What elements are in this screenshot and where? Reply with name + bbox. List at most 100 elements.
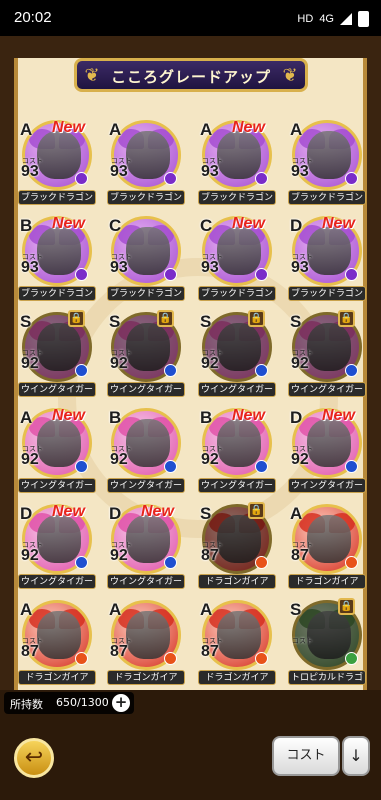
element-orb-icon bbox=[255, 652, 268, 665]
kokoro-card[interactable]: D New コスト 92 ウイングタイガー bbox=[18, 500, 98, 592]
element-orb-icon bbox=[255, 556, 268, 569]
arrow-down-icon: ↓ bbox=[349, 746, 363, 765]
element-orb-icon bbox=[75, 460, 88, 473]
kokoro-card[interactable]: B New コスト 92 ウイングタイガー bbox=[198, 404, 278, 496]
kokoro-card[interactable]: C コスト 93 ブラックドラゴン bbox=[107, 212, 187, 304]
new-badge: New bbox=[232, 119, 265, 136]
element-orb-icon bbox=[255, 172, 268, 185]
status-bar: 20:02 HD 4G bbox=[0, 0, 381, 36]
back-button[interactable]: ↩ bbox=[14, 738, 54, 778]
rank-label: A bbox=[109, 120, 122, 139]
battery-icon bbox=[358, 11, 369, 27]
cost-value: 92 bbox=[201, 355, 219, 372]
network-label: HD bbox=[297, 13, 314, 25]
monster-icon bbox=[37, 227, 81, 275]
element-orb-icon bbox=[345, 172, 358, 185]
cost-value: 92 bbox=[291, 355, 309, 372]
kokoro-card[interactable]: S コスト 92 ウイングタイガー 🔒 bbox=[198, 308, 278, 400]
cost-value: 92 bbox=[110, 547, 128, 564]
monster-icon bbox=[126, 419, 170, 467]
rank-label: B bbox=[109, 408, 122, 427]
monster-icon bbox=[307, 323, 351, 371]
monster-icon bbox=[217, 419, 261, 467]
card-name: ブラックドラゴン bbox=[198, 190, 276, 205]
element-orb-icon bbox=[75, 556, 88, 569]
sort-order-button[interactable]: ↓ bbox=[342, 736, 370, 776]
rank-label: A bbox=[200, 120, 213, 139]
kokoro-card[interactable]: S コスト 92 ウイングタイガー 🔒 bbox=[18, 308, 98, 400]
element-orb-icon bbox=[75, 364, 88, 377]
element-orb-icon bbox=[255, 364, 268, 377]
new-badge: New bbox=[52, 503, 85, 520]
kokoro-card[interactable]: A コスト 87 ドラゴンガイア bbox=[18, 596, 98, 688]
card-name: ブラックドラゴン bbox=[18, 286, 96, 301]
card-name: ウイングタイガー bbox=[107, 382, 185, 397]
kokoro-card[interactable]: A コスト 87 ドラゴンガイア bbox=[198, 596, 278, 688]
kokoro-card[interactable]: D New コスト 93 ブラックドラゴン bbox=[288, 212, 368, 304]
element-orb-icon bbox=[345, 460, 358, 473]
rank-label: D bbox=[290, 216, 303, 235]
kokoro-card[interactable]: D New コスト 92 ウイングタイガー bbox=[288, 404, 368, 496]
kokoro-card[interactable]: A コスト 87 ドラゴンガイア bbox=[288, 500, 368, 592]
card-count-label: 所持数 bbox=[10, 698, 43, 711]
rank-label: A bbox=[109, 600, 122, 619]
cost-value: 93 bbox=[201, 259, 219, 276]
rank-label: D bbox=[109, 504, 122, 523]
monster-icon bbox=[217, 611, 261, 659]
card-name: ドラゴンガイア bbox=[288, 574, 366, 589]
back-icon: ↩ bbox=[24, 745, 44, 770]
sort-cost-button[interactable]: コスト bbox=[272, 736, 340, 776]
card-name: ウイングタイガー bbox=[198, 382, 276, 397]
expand-capacity-button[interactable]: + bbox=[112, 694, 130, 712]
kokoro-card[interactable]: A コスト 87 ドラゴンガイア bbox=[107, 596, 187, 688]
title-banner: ❦ こころグレードアップ ❦ bbox=[74, 58, 308, 92]
card-name: ドラゴンガイア bbox=[107, 670, 185, 685]
kokoro-card[interactable]: B コスト 92 ウイングタイガー bbox=[107, 404, 187, 496]
monster-icon bbox=[217, 227, 261, 275]
element-orb-icon bbox=[164, 652, 177, 665]
new-badge: New bbox=[141, 503, 174, 520]
card-name: ウイングタイガー bbox=[18, 382, 96, 397]
kokoro-card[interactable]: C New コスト 93 ブラックドラゴン bbox=[198, 212, 278, 304]
kokoro-card[interactable]: A コスト 93 ブラックドラゴン bbox=[107, 116, 187, 208]
kokoro-card[interactable]: D New コスト 92 ウイングタイガー bbox=[107, 500, 187, 592]
lock-icon: 🔒 bbox=[248, 502, 265, 519]
rank-label: A bbox=[290, 504, 303, 523]
card-name: ブラックドラゴン bbox=[288, 286, 366, 301]
element-orb-icon bbox=[255, 460, 268, 473]
monster-icon bbox=[307, 611, 351, 659]
kokoro-card[interactable]: A New コスト 93 ブラックドラゴン bbox=[18, 116, 98, 208]
cost-value: 93 bbox=[21, 163, 39, 180]
card-name: ドラゴンガイア bbox=[18, 670, 96, 685]
kokoro-card[interactable]: A コスト 93 ブラックドラゴン bbox=[288, 116, 368, 208]
kokoro-card[interactable]: S コスト 87 ドラゴンガイア 🔒 bbox=[198, 500, 278, 592]
rank-label: D bbox=[20, 504, 33, 523]
kokoro-card[interactable]: S コスト 92 ウイングタイガー 🔒 bbox=[288, 308, 368, 400]
new-badge: New bbox=[52, 407, 85, 424]
cost-value: 93 bbox=[21, 259, 39, 276]
card-name: ブラックドラゴン bbox=[198, 286, 276, 301]
element-orb-icon bbox=[164, 268, 177, 281]
cost-value: 92 bbox=[291, 451, 309, 468]
monster-icon bbox=[307, 131, 351, 179]
cost-value: 87 bbox=[201, 547, 219, 564]
kokoro-card[interactable]: B New コスト 93 ブラックドラゴン bbox=[18, 212, 98, 304]
rank-label: C bbox=[200, 216, 213, 235]
card-name: ブラックドラゴン bbox=[288, 190, 366, 205]
rank-label: S bbox=[200, 312, 212, 331]
kokoro-card[interactable]: A New コスト 93 ブラックドラゴン bbox=[198, 116, 278, 208]
card-name: ウイングタイガー bbox=[18, 574, 96, 589]
lock-icon: 🔒 bbox=[68, 310, 85, 327]
element-orb-icon bbox=[164, 172, 177, 185]
kokoro-card[interactable]: S コスト 92 ウイングタイガー 🔒 bbox=[107, 308, 187, 400]
kokoro-card[interactable]: A New コスト 92 ウイングタイガー bbox=[18, 404, 98, 496]
signal-type-label: 4G bbox=[319, 13, 334, 25]
element-orb-icon bbox=[345, 652, 358, 665]
rank-label: A bbox=[290, 120, 303, 139]
lock-icon: 🔒 bbox=[338, 310, 355, 327]
cost-value: 93 bbox=[291, 259, 309, 276]
kokoro-card[interactable]: S コスト トロピカルドラゴ 🔒 bbox=[288, 596, 368, 688]
card-name: ブラックドラゴン bbox=[18, 190, 96, 205]
card-name: ウイングタイガー bbox=[198, 478, 276, 493]
monster-icon bbox=[307, 227, 351, 275]
